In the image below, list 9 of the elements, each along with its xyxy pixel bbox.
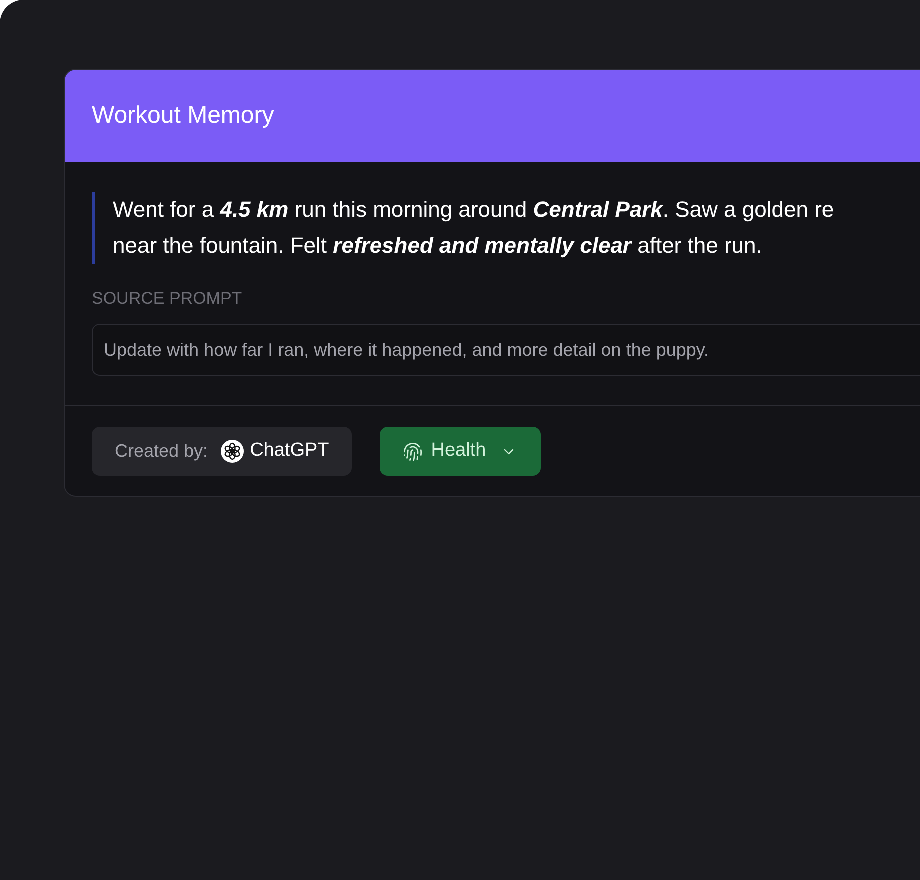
author-name: ChatGPT [250,439,330,464]
card-title: Workout Memory [92,101,274,131]
fingerprint-icon [403,442,424,462]
source-prompt-label: SOURCE PROMPT [92,288,244,310]
created-by-label: Created by: [115,440,208,463]
source-prompt-field[interactable]: Update with how far I ran, where it happened, and more detail on the puppy. [92,324,920,376]
category-dropdown[interactable]: Health [380,427,542,476]
flower-logo-icon [221,440,244,463]
memory-text: Went for a 4.5 km run this morning around Central Park. Saw a golden re near the fountain. Felt refreshed and mentally clear after the run. [92,192,834,264]
